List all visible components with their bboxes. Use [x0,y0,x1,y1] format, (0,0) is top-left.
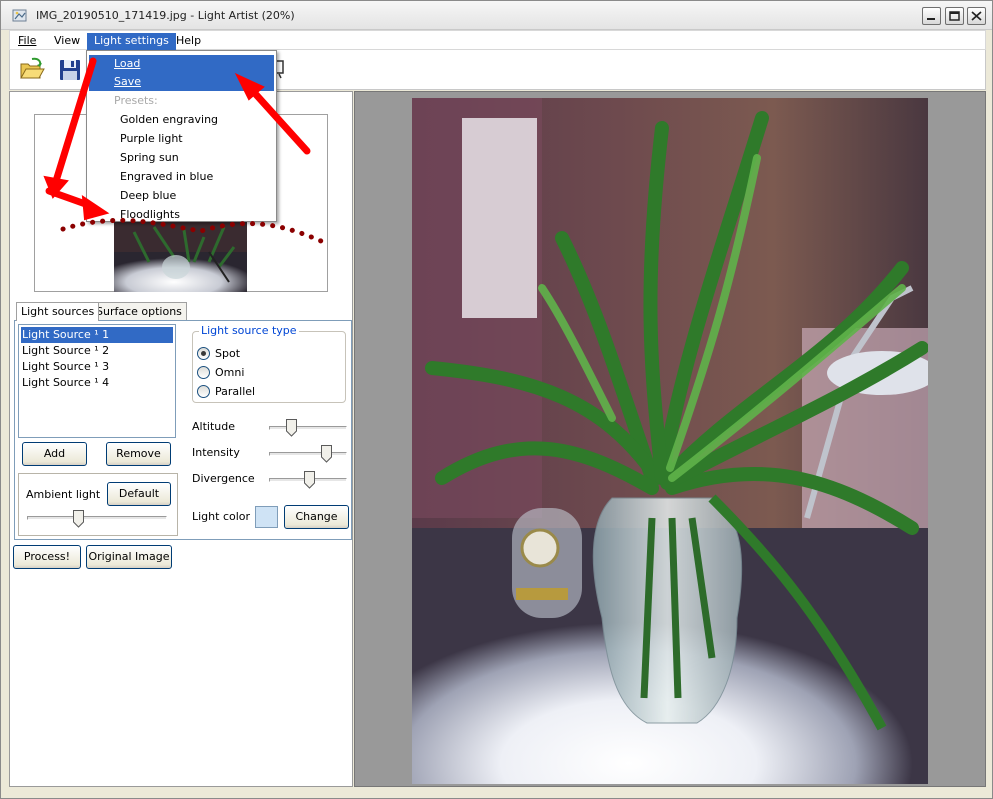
divergence-label: Divergence [192,472,255,485]
menu-item-preset[interactable]: Purple light [89,130,274,148]
radio-parallel-indicator[interactable] [197,385,210,398]
menu-item-presets-header: Presets: [114,94,158,107]
change-color-button[interactable]: Change [284,505,349,529]
tab-light-sources-label: Light sources [21,305,95,318]
close-icon [971,11,982,21]
app-icon [12,9,27,22]
list-item[interactable]: Light Source ¹ 4 [21,375,173,391]
save-floppy-icon [60,60,80,80]
list-item[interactable]: Light Source ¹ 3 [21,359,173,375]
menu-file-label: File [18,34,37,47]
menu-item-preset[interactable]: Engraved in blue [89,168,274,186]
menu-item-save-label: Save [114,75,142,88]
plant-photo-image [412,98,928,784]
menu-view[interactable]: View [47,33,87,50]
image-canvas[interactable] [354,91,986,787]
light-settings-menu: Load Save Presets: Golden engraving Purp… [86,50,277,222]
radio-omni-label: Omni [215,366,245,379]
ambient-light-group: Ambient light Default [18,473,178,536]
light-color-swatch[interactable] [255,506,278,528]
light-source-type-group: Light source type Spot Omni Parallel [192,324,346,403]
altitude-slider-track[interactable] [269,426,347,430]
light-color-label: Light color [192,510,251,523]
ambient-slider-track[interactable] [27,516,167,520]
close-button[interactable] [967,7,986,25]
ambient-slider-thumb[interactable] [73,510,85,528]
original-image-button[interactable]: Original Image [86,545,172,569]
default-button[interactable]: Default [107,482,171,506]
list-item[interactable]: Light Source ¹ 2 [21,343,173,359]
preview-thumbnail [114,222,247,292]
menu-item-preset[interactable]: Deep blue [89,187,274,205]
menu-item-preset[interactable]: Spring sun [89,149,274,167]
app-window: IMG_20190510_171419.jpg - Light Artist (… [0,0,993,799]
processed-photo [412,98,928,784]
menu-file[interactable]: File [11,33,43,50]
maximize-icon [949,11,960,21]
open-folder-icon [20,57,45,79]
tab-surface-options[interactable]: Surface options [91,302,187,320]
open-button[interactable] [18,56,46,84]
tab-surface-options-label: Surface options [96,305,182,318]
menu-item-load-label: Load [114,57,141,70]
light-source-list[interactable]: Light Source ¹ 1 Light Source ¹ 2 Light … [18,324,176,438]
menu-item-load[interactable]: Load [89,55,274,73]
menu-help-label: Help [176,34,202,47]
divergence-slider-thumb[interactable] [303,471,315,489]
process-button[interactable]: Process! [13,545,81,569]
menu-item-save[interactable]: Save [89,73,274,91]
intensity-slider-track[interactable] [269,452,347,456]
menu-item-preset[interactable]: Floodlights [89,206,274,224]
intensity-label: Intensity [192,446,240,459]
menu-light-settings[interactable]: Light settings [87,33,176,50]
radio-omni-indicator[interactable] [197,366,210,379]
list-item[interactable]: Light Source ¹ 1 [21,327,173,343]
menu-light-settings-label: Light settings [94,34,169,47]
light-sources-panel: Light Source ¹ 1 Light Source ¹ 2 Light … [14,320,352,540]
window-title: IMG_20190510_171419.jpg - Light Artist (… [36,9,295,22]
radio-spot-indicator[interactable] [197,347,210,360]
radio-spot-label: Spot [215,347,241,360]
thumbnail-image [114,222,247,292]
menu-help[interactable]: Help [169,33,208,50]
ambient-light-label: Ambient light [26,488,101,501]
radio-parallel-label: Parallel [215,385,256,398]
menu-item-preset[interactable]: Golden engraving [89,111,274,129]
minimize-button[interactable] [922,7,941,25]
altitude-slider-thumb[interactable] [285,419,297,437]
add-button[interactable]: Add [22,442,87,466]
light-source-type-title: Light source type [199,324,299,337]
remove-button[interactable]: Remove [106,442,171,466]
maximize-button[interactable] [945,7,964,25]
altitude-label: Altitude [192,420,235,433]
menu-bar: File View Light settings Help [9,30,986,50]
save-button[interactable] [56,56,84,84]
title-bar[interactable]: IMG_20190510_171419.jpg - Light Artist (… [1,1,992,30]
menu-view-label: View [54,34,81,47]
tab-light-sources[interactable]: Light sources [16,302,100,321]
intensity-slider-thumb[interactable] [321,445,333,463]
minimize-icon [927,18,935,20]
